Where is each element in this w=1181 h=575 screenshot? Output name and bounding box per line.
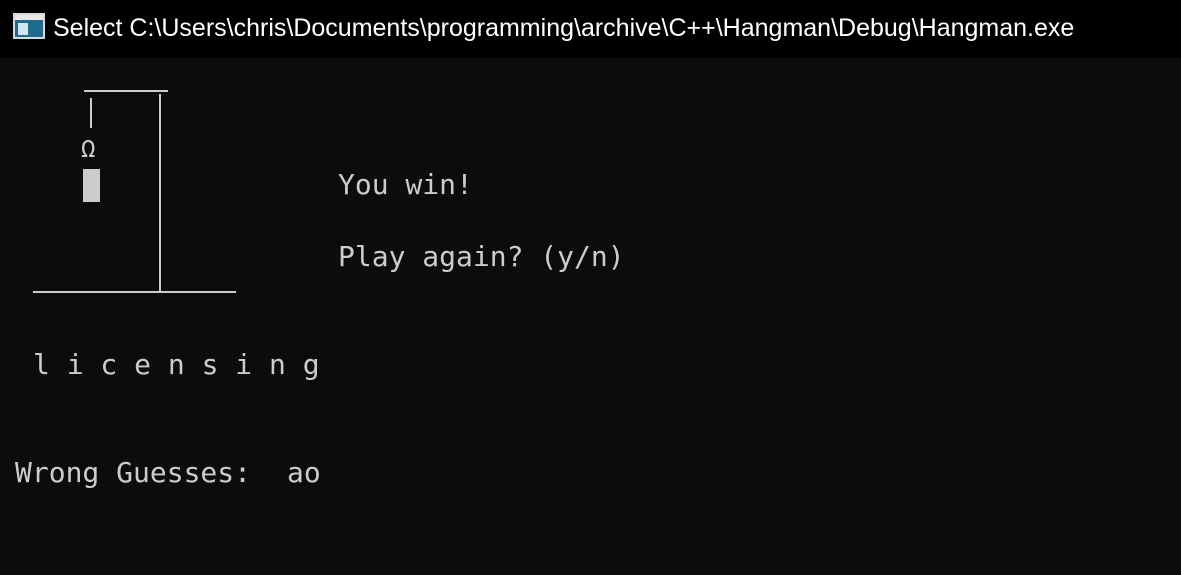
- result-message: You win!: [338, 168, 473, 201]
- title-bar[interactable]: Select C:\Users\chris\Documents\programm…: [0, 0, 1181, 58]
- wrong-guesses-label: Wrong Guesses:: [15, 456, 252, 489]
- gallows-post: [159, 94, 161, 292]
- wrong-guesses-value: ao: [287, 456, 321, 489]
- console-window-icon[interactable]: [13, 13, 45, 39]
- gallows-base: [33, 291, 236, 293]
- console-output[interactable]: Ω You win! Play again? (y/n) l i c e n s…: [0, 58, 1181, 575]
- guessed-word: l i c e n s i n g: [33, 348, 320, 381]
- window-title: Select C:\Users\chris\Documents\programm…: [53, 14, 1075, 42]
- icon-title-strip: [15, 15, 43, 20]
- icon-screen: [18, 23, 28, 35]
- gallows-top-beam: [84, 90, 168, 92]
- hangman-head: Ω: [81, 135, 96, 163]
- hangman-torso: [83, 169, 100, 202]
- gallows-rope: [90, 98, 92, 128]
- play-again-prompt: Play again? (y/n): [338, 240, 625, 273]
- console-window: Select C:\Users\chris\Documents\programm…: [0, 0, 1181, 575]
